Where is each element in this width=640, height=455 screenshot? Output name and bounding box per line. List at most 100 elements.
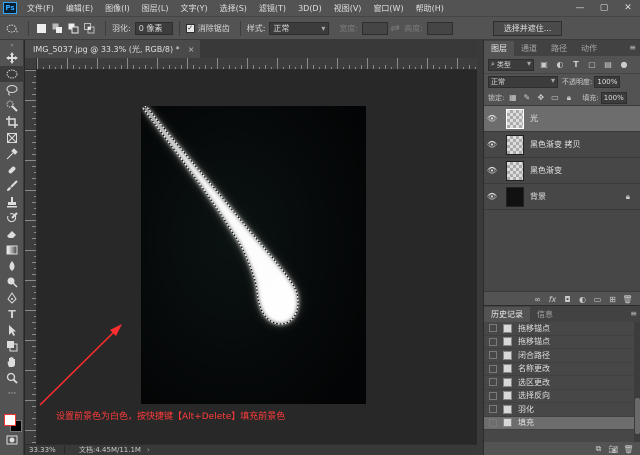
type-tool-icon[interactable]: T <box>0 306 24 322</box>
tab-paths[interactable]: 路径 <box>544 41 574 56</box>
elliptical-marquee-icon[interactable] <box>6 22 19 35</box>
history-brush-tool-icon[interactable] <box>0 210 24 226</box>
menu-view[interactable]: 视图(V) <box>328 3 368 14</box>
blend-mode-select[interactable]: 正常 <box>488 76 558 88</box>
lock-all-icon[interactable]: 🔒︎ <box>563 92 574 103</box>
crop-tool-icon[interactable] <box>0 114 24 130</box>
maximize-button[interactable]: ▢ <box>592 0 616 16</box>
quick-mask-icon[interactable] <box>0 432 24 448</box>
layer-row-black-gradient-copy[interactable]: 👁︎ 黑色渐变 拷贝 <box>484 132 640 158</box>
brush-tool-icon[interactable] <box>0 178 24 194</box>
foreground-color-swatch[interactable] <box>4 414 16 426</box>
history-scrollbar-thumb[interactable] <box>635 398 640 434</box>
history-item[interactable]: 选择反向 <box>484 390 634 403</box>
document-tab[interactable]: IMG_5037.jpg @ 33.3% (光, RGB/8) * × <box>25 40 201 58</box>
layer-row-background[interactable]: 👁︎ 背景 🔒︎ <box>484 184 640 210</box>
new-group-icon[interactable]: ▭ <box>591 294 604 306</box>
lasso-tool-icon[interactable] <box>0 82 24 98</box>
status-menu-arrow[interactable]: › <box>147 446 150 454</box>
close-tab-icon[interactable]: × <box>188 45 195 54</box>
layer-kind-select[interactable]: ⌕ 类型 <box>488 58 534 71</box>
menu-layer[interactable]: 图层(L) <box>136 3 175 14</box>
hand-tool-icon[interactable] <box>0 354 24 370</box>
panel-menu-icon[interactable]: ≡ <box>630 309 637 318</box>
color-swatches[interactable] <box>2 410 24 434</box>
healing-brush-tool-icon[interactable] <box>0 162 24 178</box>
tab-layers[interactable]: 图层 <box>484 41 514 56</box>
history-item[interactable]: 拖移锚点 <box>484 322 634 336</box>
lock-artboard-icon[interactable]: ▭ <box>549 92 560 103</box>
subtract-from-selection-icon[interactable] <box>67 22 80 35</box>
opacity-input[interactable]: 100% <box>594 76 621 88</box>
history-item[interactable]: 闭合路径 <box>484 349 634 363</box>
menu-image[interactable]: 图像(I) <box>99 3 136 14</box>
menu-3d[interactable]: 3D(D) <box>292 4 328 13</box>
menu-window[interactable]: 窗口(W) <box>367 3 409 14</box>
history-source-checkbox[interactable] <box>489 418 497 427</box>
blur-tool-icon[interactable] <box>0 258 24 274</box>
document-image[interactable] <box>141 106 366 404</box>
fill-input[interactable]: 100% <box>600 91 627 104</box>
move-tool-icon[interactable] <box>0 50 24 66</box>
lock-transparent-icon[interactable]: ▦ <box>507 92 518 103</box>
dodge-tool-icon[interactable] <box>0 274 24 290</box>
history-source-checkbox[interactable] <box>489 364 497 373</box>
smart-object-filter-icon[interactable]: ▤ <box>602 59 614 71</box>
path-selection-tool-icon[interactable] <box>0 322 24 338</box>
lock-position-icon[interactable]: ✥ <box>535 92 546 103</box>
filter-toggle-icon[interactable]: ● <box>618 59 630 71</box>
new-selection-icon[interactable] <box>35 22 48 35</box>
history-source-checkbox[interactable] <box>489 351 497 360</box>
visibility-eye-icon[interactable]: 👁︎ <box>484 106 500 132</box>
history-item-current[interactable]: 填充 <box>484 416 634 430</box>
elliptical-marquee-tool-icon[interactable] <box>0 66 24 82</box>
visibility-eye-icon[interactable]: 👁︎ <box>484 184 500 210</box>
pen-tool-icon[interactable] <box>0 290 24 306</box>
history-source-checkbox[interactable] <box>489 391 497 400</box>
gradient-tool-icon[interactable] <box>0 242 24 258</box>
tab-channels[interactable]: 通道 <box>514 41 544 56</box>
menu-help[interactable]: 帮助(H) <box>410 3 450 14</box>
eyedropper-tool-icon[interactable] <box>0 146 24 162</box>
toolbar-collapse-icon[interactable]: » <box>0 40 24 50</box>
history-scrollbar[interactable] <box>634 322 640 442</box>
shape-filter-icon[interactable]: ▢ <box>586 59 598 71</box>
tab-actions[interactable]: 动作 <box>574 41 604 56</box>
menu-file[interactable]: 文件(F) <box>21 3 60 14</box>
panel-menu-icon[interactable]: ≡ <box>629 43 636 52</box>
history-item[interactable]: 选区更改 <box>484 376 634 390</box>
adjustment-filter-icon[interactable]: ◐ <box>554 59 566 71</box>
menu-type[interactable]: 文字(Y) <box>174 3 213 14</box>
tab-history[interactable]: 历史记录 <box>484 307 530 322</box>
visibility-eye-icon[interactable]: 👁︎ <box>484 132 500 158</box>
layer-row-light[interactable]: 👁︎ 光 <box>484 106 640 132</box>
close-button[interactable]: ✕ <box>616 0 640 16</box>
add-mask-icon[interactable]: ◘ <box>561 294 574 306</box>
add-to-selection-icon[interactable] <box>51 22 64 35</box>
eraser-tool-icon[interactable] <box>0 226 24 242</box>
history-item[interactable]: 名称更改 <box>484 363 634 376</box>
zoom-tool-icon[interactable] <box>0 370 24 386</box>
feather-input[interactable]: 0 像素 <box>134 21 173 35</box>
antialias-checkbox[interactable]: ✓ <box>185 23 195 33</box>
canvas-area[interactable] <box>37 70 477 444</box>
snapshot-camera-icon[interactable]: 📷︎ <box>607 443 620 455</box>
link-layers-icon[interactable]: ∞ <box>531 294 544 306</box>
type-filter-icon[interactable]: T <box>570 59 582 71</box>
delete-layer-icon[interactable]: 🗑︎ <box>621 294 634 306</box>
zoom-level[interactable]: 33.33% <box>25 446 65 454</box>
intersect-selection-icon[interactable] <box>83 22 96 35</box>
delete-state-icon[interactable]: 🗑︎ <box>622 443 635 455</box>
minimize-button[interactable]: — <box>568 0 592 16</box>
adjustment-layer-icon[interactable]: ◐ <box>576 294 589 306</box>
history-source-checkbox[interactable] <box>489 337 497 346</box>
select-and-mask-button[interactable]: 选择并遮住... <box>492 20 563 36</box>
menu-filter[interactable]: 滤镜(T) <box>253 3 292 14</box>
quick-selection-tool-icon[interactable] <box>0 98 24 114</box>
visibility-eye-icon[interactable]: 👁︎ <box>484 158 500 184</box>
new-document-from-state-icon[interactable]: ⧉ <box>592 443 605 455</box>
history-item[interactable]: 羽化 <box>484 403 634 417</box>
shape-tool-icon[interactable] <box>0 338 24 354</box>
history-item[interactable]: 拖移锚点 <box>484 336 634 349</box>
history-source-checkbox[interactable] <box>489 405 497 414</box>
